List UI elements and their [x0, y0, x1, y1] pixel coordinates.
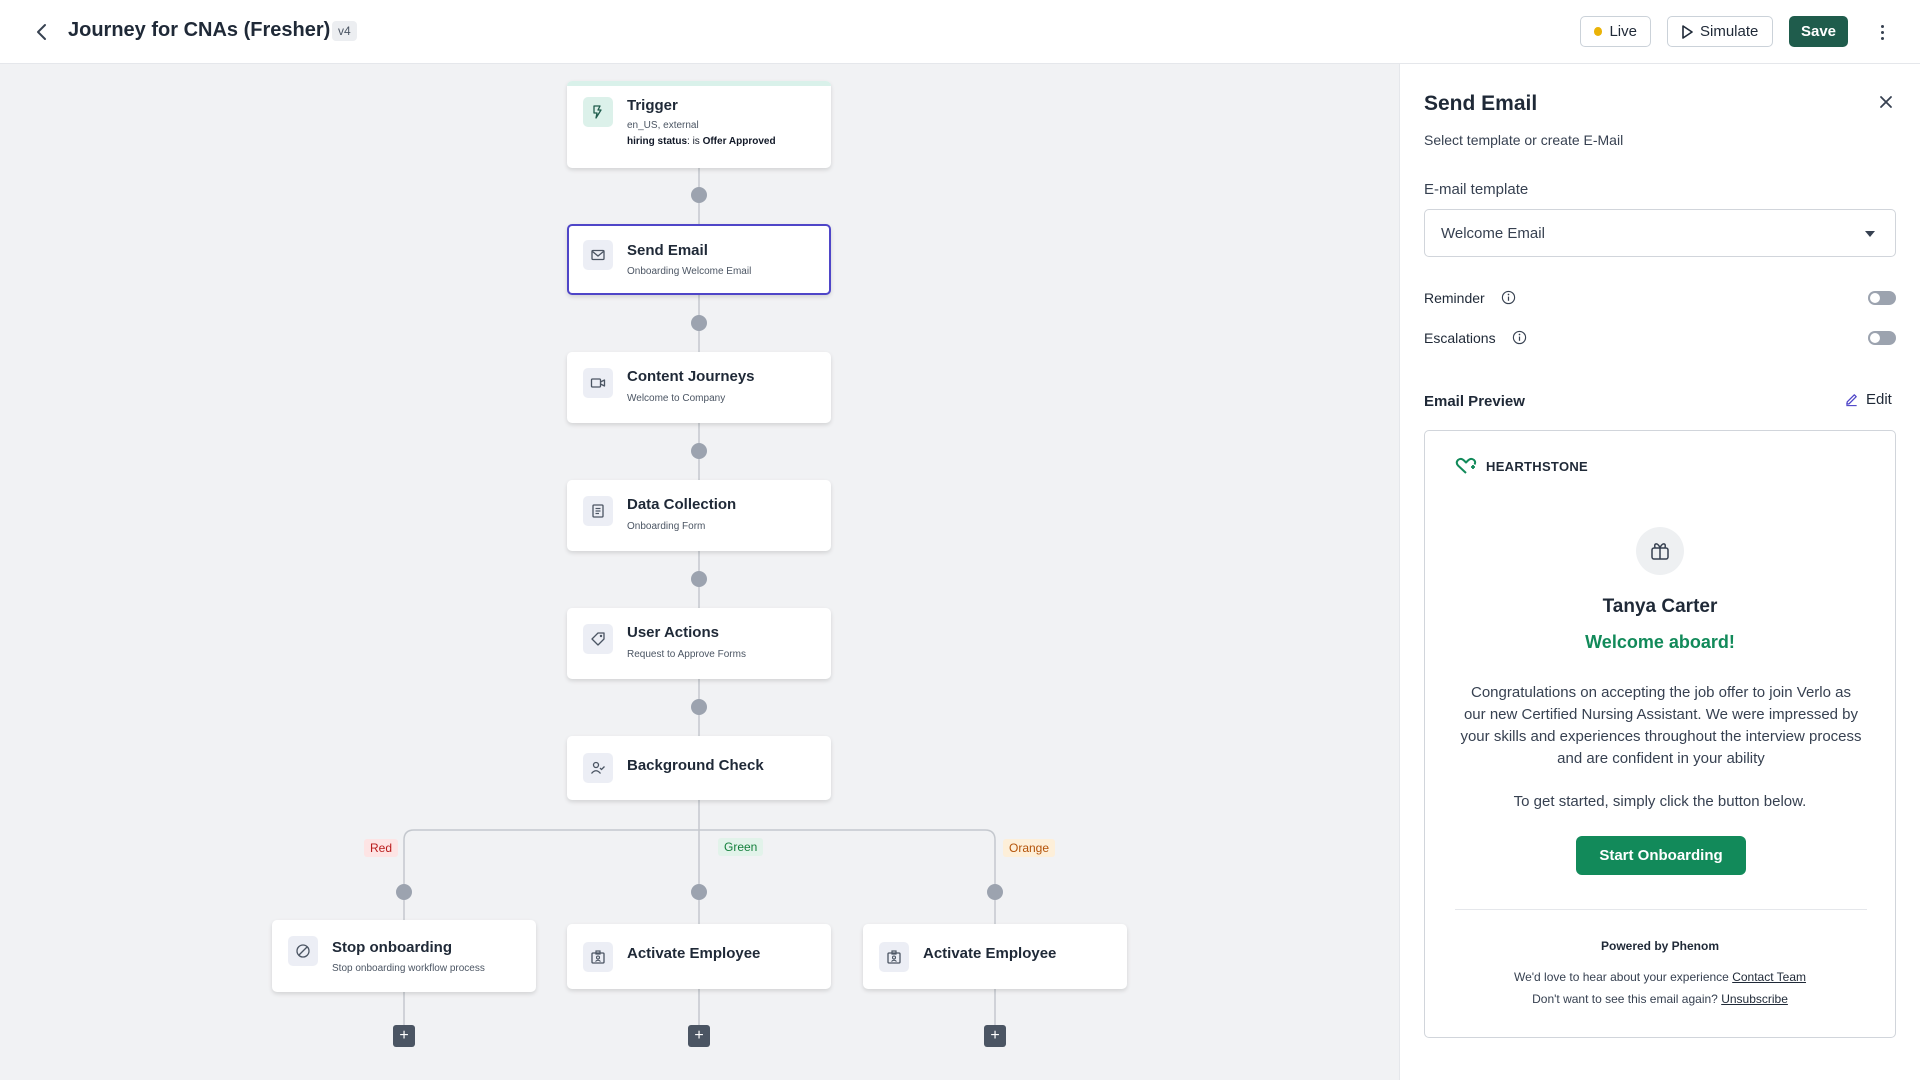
escalations-label: Escalations: [1424, 330, 1496, 346]
start-onboarding-button[interactable]: Start Onboarding: [1576, 836, 1746, 875]
panel-title: Send Email: [1424, 92, 1538, 115]
video-icon: [583, 368, 613, 398]
feedback-text: We'd love to hear about your experience: [1513, 970, 1729, 984]
condition-key: hiring status: [627, 136, 688, 147]
trigger-condition: hiring status: is Offer Approved: [627, 136, 776, 147]
email-preview-card: HEARTHSTONE Tanya Carter Welcome aboard!…: [1424, 430, 1896, 1038]
node-subtitle: Request to Approve Forms: [627, 649, 746, 660]
unsubscribe-footer: Don't want to see this email again? Unsu…: [1425, 992, 1895, 1006]
node-background-check[interactable]: Background Check: [567, 736, 831, 800]
node-title: User Actions: [627, 624, 719, 641]
play-icon: [1682, 24, 1693, 39]
node-trigger[interactable]: Trigger en_US, external hiring status: i…: [567, 81, 831, 168]
node-stop-onboarding[interactable]: Stop onboarding Stop onboarding workflow…: [272, 920, 536, 992]
feedback-footer: We'd love to hear about your experience …: [1425, 970, 1895, 984]
badge-icon: [583, 942, 613, 972]
template-select[interactable]: Welcome Email: [1424, 209, 1896, 257]
unsubscribe-text: Don't want to see this email again?: [1532, 992, 1718, 1006]
node-title: Activate Employee: [923, 945, 1057, 962]
info-icon[interactable]: [1512, 330, 1527, 345]
stop-icon: [288, 936, 318, 966]
trigger-icon: [583, 97, 613, 127]
reminder-label: Reminder: [1424, 290, 1485, 306]
close-icon[interactable]: [1876, 92, 1896, 112]
node-data-collection[interactable]: Data Collection Onboarding Form: [567, 480, 831, 551]
node-activate-employee-green[interactable]: Activate Employee: [567, 924, 831, 989]
email-divider: [1455, 909, 1867, 910]
node-subtitle: Stop onboarding workflow process: [332, 963, 485, 974]
simulate-button[interactable]: Simulate: [1667, 16, 1773, 47]
chevron-down-icon: [1865, 231, 1875, 237]
live-status-dot-icon: [1594, 27, 1603, 36]
top-header: Journey for CNAs (Fresher) v4 Live Simul…: [0, 0, 1920, 64]
node-title: Background Check: [627, 757, 764, 774]
email-body-text: Congratulations on accepting the job off…: [1460, 684, 1862, 767]
branch-label-green: Green: [718, 838, 764, 856]
node-subtitle: en_US, external: [627, 120, 699, 131]
brand-logo: HEARTHSTONE: [1455, 457, 1588, 475]
panel-subtitle: Select template or create E-Mail: [1424, 132, 1624, 148]
info-icon[interactable]: [1501, 290, 1516, 305]
add-step-button-green[interactable]: +: [688, 1025, 710, 1047]
condition-value: Offer Approved: [702, 136, 776, 147]
edit-label: Edit: [1866, 391, 1892, 408]
escalations-row: Escalations: [1424, 328, 1896, 350]
branch-label-red: Red: [364, 839, 399, 857]
welcome-heading: Welcome aboard!: [1585, 632, 1735, 652]
edit-button[interactable]: Edit: [1844, 391, 1892, 408]
email-instruction-text: To get started, simply click the button …: [1513, 793, 1807, 810]
mail-icon: [583, 240, 613, 270]
simulate-label: Simulate: [1700, 23, 1759, 40]
send-email-panel: Send Email Select template or create E-M…: [1399, 64, 1920, 1080]
more-options-icon[interactable]: [1871, 20, 1893, 44]
node-title: Send Email: [627, 242, 708, 259]
brand-name: HEARTHSTONE: [1486, 458, 1589, 474]
node-title: Activate Employee: [627, 945, 761, 962]
email-preview-label: Email Preview: [1424, 393, 1525, 410]
heart-logo-icon: [1455, 457, 1477, 474]
node-subtitle: Welcome to Company: [627, 393, 726, 404]
user-check-icon: [583, 753, 613, 783]
save-button[interactable]: Save: [1789, 16, 1848, 47]
node-content-journeys[interactable]: Content Journeys Welcome to Company: [567, 352, 831, 423]
reminder-row: Reminder: [1424, 288, 1896, 310]
node-title: Content Journeys: [627, 368, 755, 385]
branch-label-orange: Orange: [1003, 839, 1056, 857]
node-subtitle: Onboarding Welcome Email: [627, 266, 752, 277]
version-badge: v4: [332, 21, 357, 41]
trigger-accent-bar: [567, 81, 831, 86]
celebration-avatar-icon: [1651, 543, 1669, 560]
add-step-button-orange[interactable]: +: [984, 1025, 1006, 1047]
unsubscribe-link[interactable]: Unsubscribe: [1721, 992, 1788, 1006]
node-send-email[interactable]: Send Email Onboarding Welcome Email: [567, 224, 831, 295]
add-step-button-red[interactable]: +: [393, 1025, 415, 1047]
avatar: [1636, 527, 1684, 575]
template-label: E-mail template: [1424, 181, 1529, 198]
tag-icon: [583, 624, 613, 654]
powered-by-text: Powered by Phenom: [1600, 939, 1720, 953]
node-subtitle: Onboarding Form: [627, 521, 706, 532]
back-arrow-icon[interactable]: [30, 20, 54, 44]
template-select-value: Welcome Email: [1441, 225, 1545, 242]
escalations-toggle[interactable]: [1868, 331, 1896, 345]
recipient-name: Tanya Carter: [1602, 596, 1718, 617]
page-title: Journey for CNAs (Fresher): [68, 19, 331, 41]
node-activate-employee-orange[interactable]: Activate Employee: [863, 924, 1127, 989]
node-title: Data Collection: [627, 496, 737, 513]
node-user-actions[interactable]: User Actions Request to Approve Forms: [567, 608, 831, 679]
live-button[interactable]: Live: [1580, 16, 1651, 47]
contact-team-link[interactable]: Contact Team: [1732, 970, 1806, 984]
live-label: Live: [1609, 23, 1637, 40]
reminder-toggle[interactable]: [1868, 291, 1896, 305]
node-title: Stop onboarding: [332, 939, 452, 956]
condition-operator: : is: [687, 136, 703, 147]
pencil-icon: [1846, 394, 1857, 407]
node-title: Trigger: [627, 97, 678, 114]
badge-icon: [879, 942, 909, 972]
workflow-canvas[interactable]: Trigger en_US, external hiring status: i…: [0, 64, 1399, 1080]
form-icon: [583, 496, 613, 526]
